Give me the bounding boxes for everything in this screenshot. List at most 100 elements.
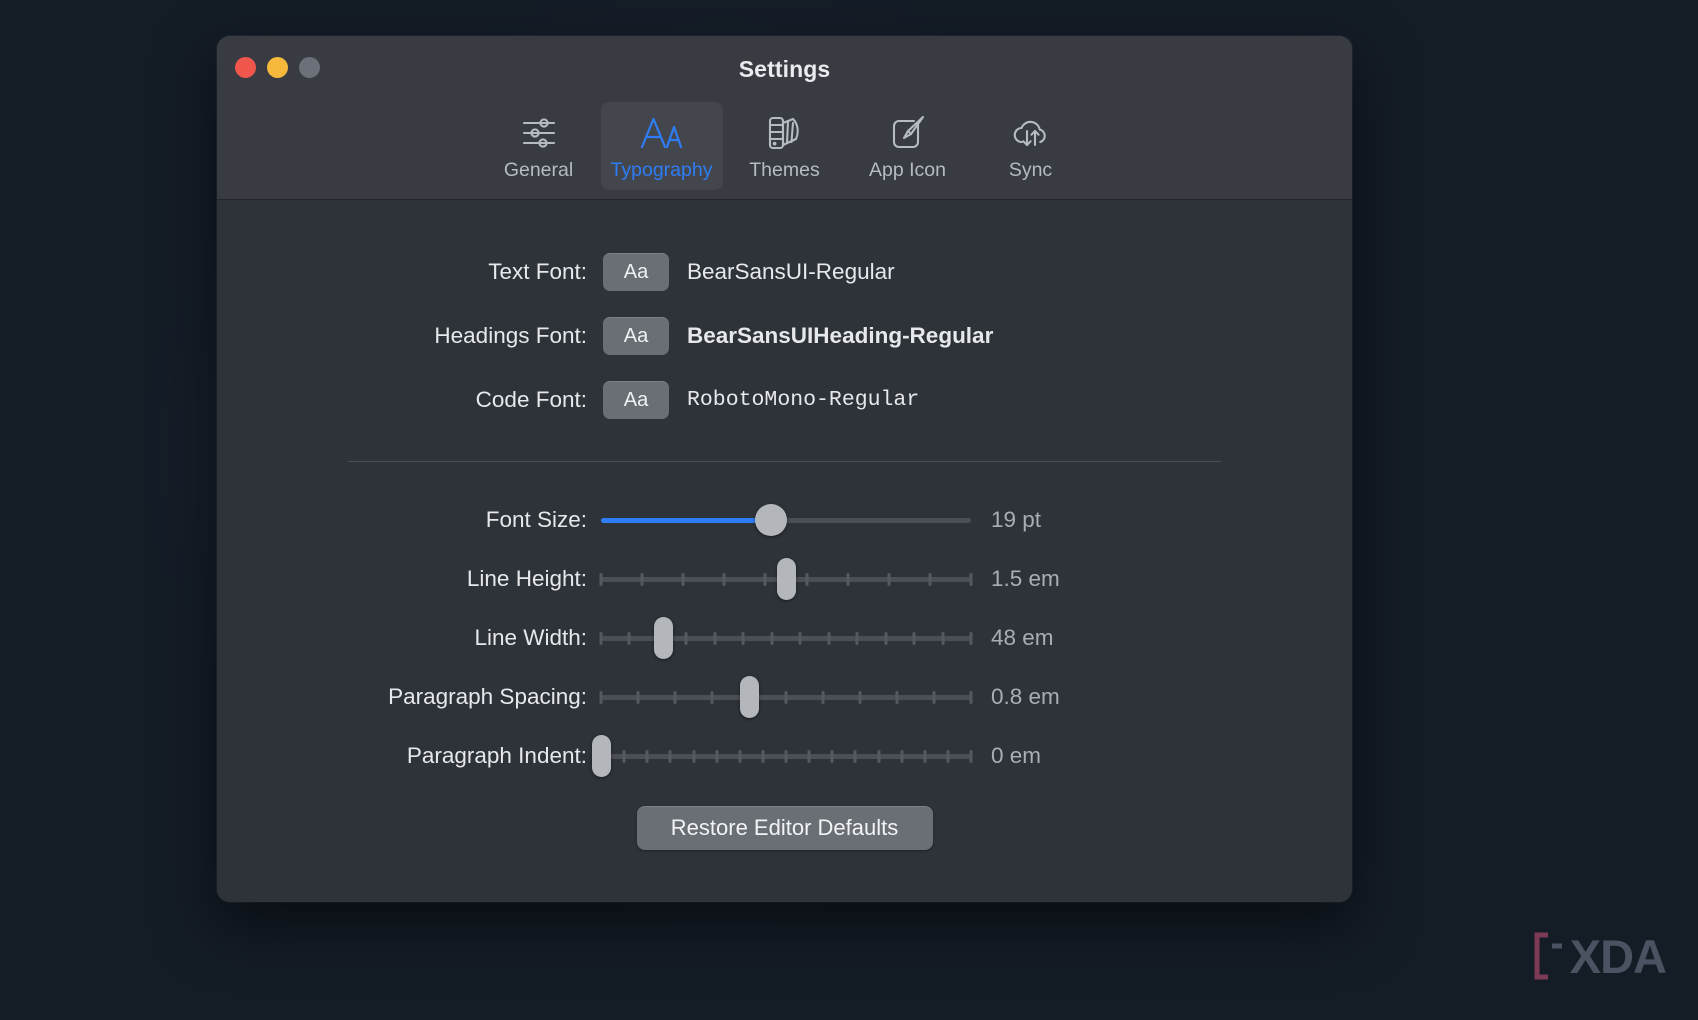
font-size-icon — [639, 112, 685, 154]
slider-tick — [969, 690, 973, 704]
paragraph-spacing-value: 0.8 em — [991, 683, 1060, 709]
slider-tick — [807, 749, 811, 763]
bracket-icon — [1534, 932, 1562, 980]
tab-themes-label: Themes — [749, 159, 820, 181]
slider-knob[interactable] — [591, 734, 611, 777]
slider-tick — [969, 572, 973, 586]
slider-tick — [941, 631, 945, 645]
slider-tick — [932, 690, 936, 704]
slider-tick — [784, 690, 788, 704]
slider-tick — [770, 631, 774, 645]
line-height-slider[interactable] — [599, 557, 973, 600]
code-font-picker-button[interactable]: Aa — [603, 381, 669, 419]
line-height-label: Line Height: — [466, 565, 587, 591]
text-font-value: BearSansUI-Regular — [687, 259, 895, 284]
slider-tick — [884, 631, 888, 645]
headings-font-value: BearSansUIHeading-Regular — [687, 323, 994, 348]
code-font-value: RobotoMono-Regular — [687, 388, 920, 412]
section-divider — [348, 461, 1221, 462]
slider-tick — [900, 749, 904, 763]
text-font-label: Text Font: — [488, 259, 587, 284]
paragraph-indent-row: Paragraph Indent: 0 em — [217, 726, 1352, 785]
slider-tick — [636, 690, 640, 704]
slider-tick — [969, 749, 973, 763]
slider-tick — [946, 749, 950, 763]
slider-tick — [912, 631, 916, 645]
sliders-icon — [519, 112, 559, 154]
slider-tick — [887, 572, 891, 586]
slider-tick — [599, 572, 603, 586]
tab-typography[interactable]: Typography — [600, 102, 723, 190]
slider-tick — [722, 572, 726, 586]
slider-knob[interactable] — [739, 675, 759, 718]
tab-typography-label: Typography — [610, 159, 713, 181]
swatch-fan-icon — [765, 112, 805, 154]
line-width-row: Line Width: 48 em — [217, 608, 1352, 667]
font-size-value: 19 pt — [991, 506, 1042, 532]
line-width-slider[interactable] — [599, 616, 973, 659]
slider-tick — [928, 572, 932, 586]
line-height-value: 1.5 em — [991, 565, 1060, 591]
tab-app-icon-label: App Icon — [869, 159, 946, 181]
slider-tick — [821, 690, 825, 704]
tab-general[interactable]: General — [478, 102, 600, 190]
slider-tick — [713, 631, 717, 645]
slider-tick — [599, 690, 603, 704]
slider-tick — [645, 749, 649, 763]
slider-tick — [855, 631, 859, 645]
window-title: Settings — [738, 56, 831, 82]
slider-track-fill — [601, 517, 772, 523]
slider-tick — [710, 690, 714, 704]
tab-app-icon[interactable]: App Icon — [847, 102, 969, 190]
font-size-slider[interactable] — [601, 503, 971, 537]
slider-knob[interactable] — [755, 503, 788, 536]
restore-editor-defaults-button[interactable]: Restore Editor Defaults — [636, 806, 933, 850]
slider-tick — [830, 749, 834, 763]
slider-tick — [668, 749, 672, 763]
slider-tick — [895, 690, 899, 704]
line-height-row: Line Height: 1.5 em — [217, 549, 1352, 608]
tab-sync-label: Sync — [1008, 159, 1053, 181]
slider-tick — [627, 631, 631, 645]
paragraph-indent-slider[interactable] — [591, 734, 973, 777]
text-font-picker-button[interactable]: Aa — [603, 253, 669, 291]
tab-general-label: General — [503, 159, 574, 181]
font-picker-group: Text Font: Aa BearSansUI-Regular Heading… — [217, 200, 1352, 432]
paragraph-indent-label: Paragraph Indent: — [406, 742, 587, 768]
slider-tick — [969, 631, 973, 645]
slider-tick — [846, 572, 850, 586]
slider-tick — [827, 631, 831, 645]
xda-watermark: XDA — [1532, 929, 1667, 983]
slider-tick — [853, 749, 857, 763]
slider-group: Font Size: 19 pt Line Height: 1.5 em Lin… — [217, 490, 1352, 785]
typography-panel: Text Font: Aa BearSansUI-Regular Heading… — [217, 200, 1352, 902]
code-font-row: Code Font: Aa RobotoMono-Regular — [217, 368, 1352, 432]
slider-tick — [877, 749, 880, 763]
text-font-row: Text Font: Aa BearSansUI-Regular — [217, 240, 1352, 304]
slider-tick — [763, 572, 767, 586]
slider-tick — [684, 631, 688, 645]
xda-watermark-text: XDA — [1569, 929, 1667, 983]
slider-knob[interactable] — [776, 557, 796, 600]
restore-defaults-row: Restore Editor Defaults — [217, 806, 1352, 850]
cloud-sync-icon — [1010, 112, 1052, 154]
headings-font-label: Headings Font: — [434, 323, 587, 348]
line-width-label: Line Width: — [474, 624, 587, 650]
slider-knob[interactable] — [654, 616, 674, 659]
tab-themes[interactable]: Themes — [724, 102, 846, 190]
slider-tick — [741, 631, 745, 645]
tab-sync[interactable]: Sync — [970, 102, 1092, 190]
slider-tick — [738, 749, 742, 763]
paragraph-spacing-label: Paragraph Spacing: — [388, 683, 587, 709]
slider-tick-marks — [599, 690, 973, 704]
headings-font-picker-button[interactable]: Aa — [603, 317, 669, 355]
paragraph-spacing-row: Paragraph Spacing: 0.8 em — [217, 667, 1352, 726]
paintbrush-icon — [888, 112, 928, 154]
paragraph-spacing-slider[interactable] — [599, 675, 973, 718]
slider-tick — [798, 631, 802, 645]
slider-tick — [858, 690, 862, 704]
settings-toolbar: General Typography Themes App Icon Sync — [217, 102, 1352, 190]
slider-tick — [923, 749, 927, 763]
font-size-row: Font Size: 19 pt — [217, 490, 1352, 549]
slider-tick — [681, 572, 685, 586]
